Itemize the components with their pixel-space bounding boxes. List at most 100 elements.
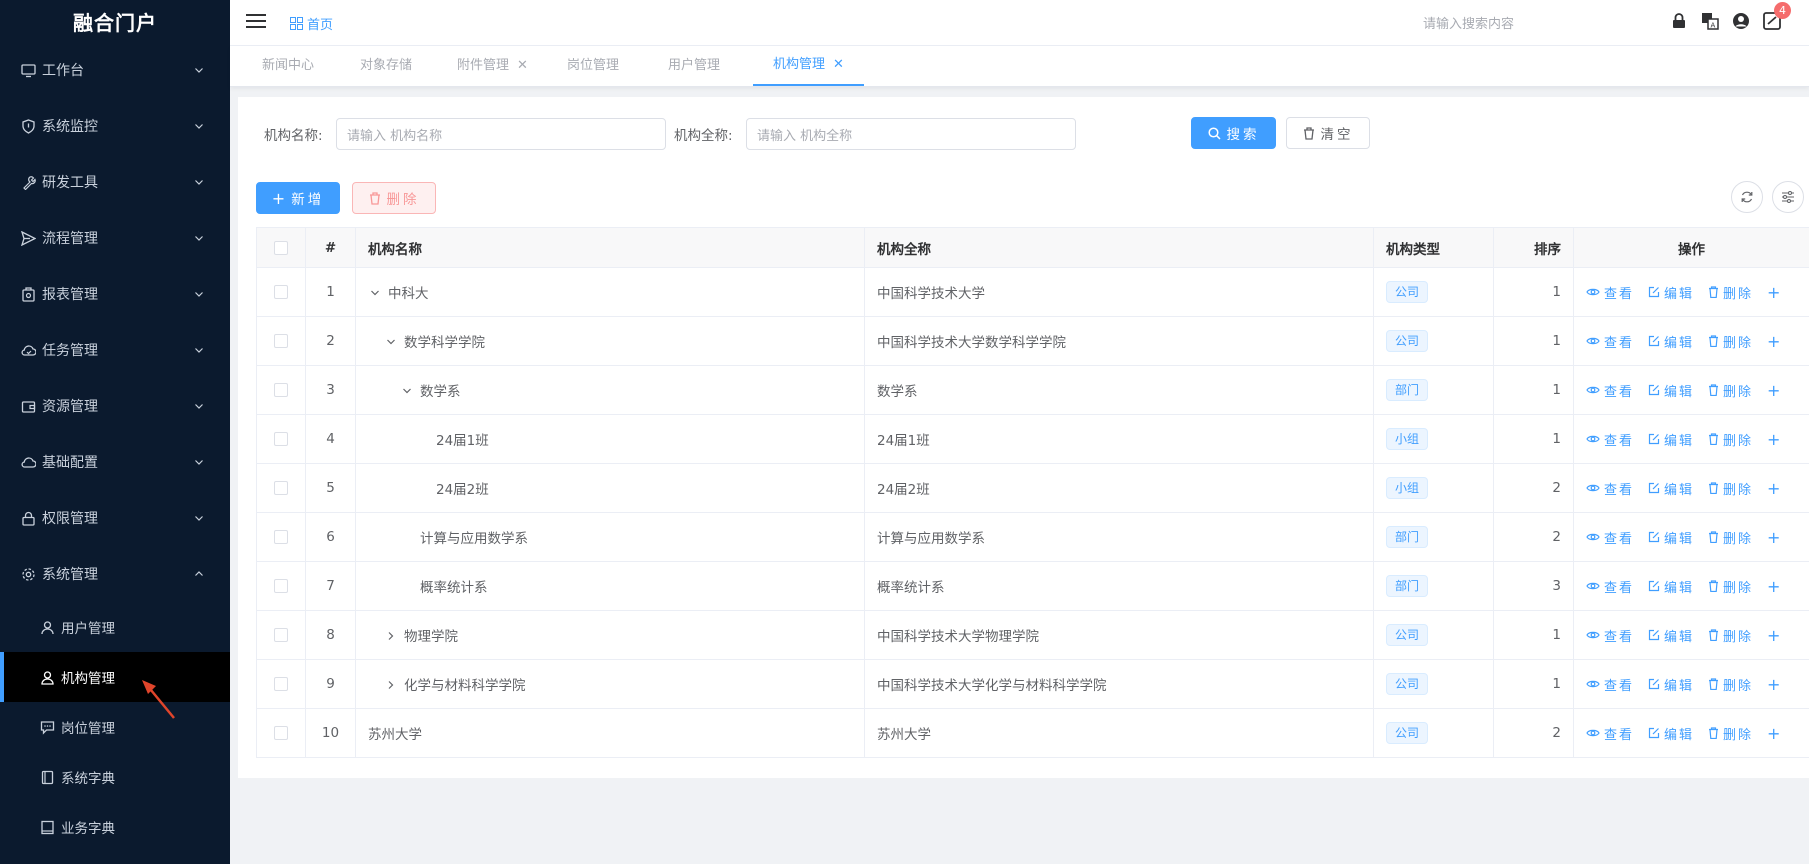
- row-checkbox[interactable]: [274, 628, 288, 642]
- tab-post[interactable]: 岗位管理: [567, 46, 619, 86]
- view-button[interactable]: 查看: [1586, 577, 1634, 596]
- lock-screen-icon[interactable]: [1670, 12, 1688, 30]
- edit-button[interactable]: 编辑: [1648, 675, 1694, 694]
- edit-button[interactable]: 编辑: [1648, 381, 1694, 400]
- row-delete-button[interactable]: 删除: [1708, 724, 1753, 743]
- add-child-button[interactable]: +: [1767, 675, 1782, 694]
- row-delete-button[interactable]: 删除: [1708, 332, 1753, 351]
- view-button[interactable]: 查看: [1586, 675, 1634, 694]
- add-child-button[interactable]: +: [1767, 577, 1782, 596]
- table-row[interactable]: 5 24届2班 24届2班 小组 2 查看 编辑 删除 +: [256, 463, 1809, 513]
- row-checkbox[interactable]: [274, 334, 288, 348]
- view-button[interactable]: 查看: [1586, 724, 1634, 743]
- org-name-input[interactable]: 请输入 机构名称: [336, 118, 666, 150]
- tab-object-storage[interactable]: 对象存储: [360, 46, 412, 86]
- close-icon[interactable]: ✕: [517, 46, 528, 86]
- sidebar-item[interactable]: 基础配置: [0, 434, 230, 490]
- view-button[interactable]: 查看: [1586, 626, 1634, 645]
- edit-button[interactable]: 编辑: [1648, 479, 1694, 498]
- add-child-button[interactable]: +: [1767, 283, 1782, 302]
- edit-button[interactable]: 编辑: [1648, 332, 1694, 351]
- table-row[interactable]: 9 化学与材料科学学院 中国科学技术大学化学与材料科学学院 公司 1 查看 编辑 删除 +: [256, 659, 1809, 709]
- view-button[interactable]: 查看: [1586, 430, 1634, 449]
- sidebar-item[interactable]: 研发工具: [0, 154, 230, 210]
- select-all-checkbox[interactable]: [274, 240, 288, 255]
- row-delete-button[interactable]: 删除: [1708, 528, 1753, 547]
- user-avatar-icon[interactable]: [1732, 12, 1750, 30]
- sidebar-item[interactable]: 系统管理: [0, 546, 230, 602]
- sidebar-item[interactable]: 报表管理: [0, 266, 230, 322]
- search-button[interactable]: 搜索: [1191, 117, 1276, 149]
- table-row[interactable]: 8 物理学院 中国科学技术大学物理学院 公司 1 查看 编辑 删除 +: [256, 610, 1809, 660]
- notification-icon[interactable]: 4: [1763, 2, 1791, 30]
- row-checkbox[interactable]: [274, 530, 288, 544]
- edit-button[interactable]: 编辑: [1648, 626, 1694, 645]
- sidebar-item[interactable]: 流程管理: [0, 210, 230, 266]
- sidebar-subitem[interactable]: 业务字典: [0, 802, 230, 852]
- edit-button[interactable]: 编辑: [1648, 724, 1694, 743]
- sidebar-item[interactable]: 资源管理: [0, 378, 230, 434]
- row-checkbox[interactable]: [274, 677, 288, 691]
- row-checkbox[interactable]: [274, 432, 288, 446]
- row-checkbox[interactable]: [274, 481, 288, 495]
- view-button[interactable]: 查看: [1586, 528, 1634, 547]
- close-icon[interactable]: ✕: [833, 45, 844, 85]
- edit-button[interactable]: 编辑: [1648, 577, 1694, 596]
- row-checkbox[interactable]: [274, 579, 288, 593]
- tab-user[interactable]: 用户管理: [668, 46, 720, 86]
- translate-icon[interactable]: A: [1701, 12, 1719, 30]
- tab-org[interactable]: 机构管理 ✕: [753, 46, 864, 86]
- delete-button[interactable]: 删除: [352, 182, 436, 214]
- chevron-down-icon[interactable]: [384, 337, 398, 350]
- row-checkbox[interactable]: [274, 383, 288, 397]
- edit-button[interactable]: 编辑: [1648, 528, 1694, 547]
- view-button[interactable]: 查看: [1586, 381, 1634, 400]
- sidebar-subitem[interactable]: 机构管理: [0, 652, 230, 702]
- view-button[interactable]: 查看: [1586, 332, 1634, 351]
- sidebar-subitem[interactable]: 系统字典: [0, 752, 230, 802]
- edit-button[interactable]: 编辑: [1648, 283, 1694, 302]
- column-settings-button[interactable]: [1772, 181, 1804, 213]
- table-row[interactable]: 4 24届1班 24届1班 小组 1 查看 编辑 删除 +: [256, 414, 1809, 464]
- refresh-button[interactable]: [1731, 181, 1763, 213]
- table-row[interactable]: 7 概率统计系 概率统计系 部门 3 查看 编辑 删除 +: [256, 561, 1809, 611]
- edit-button[interactable]: 编辑: [1648, 430, 1694, 449]
- row-delete-button[interactable]: 删除: [1708, 430, 1753, 449]
- add-child-button[interactable]: +: [1767, 724, 1782, 743]
- row-delete-button[interactable]: 删除: [1708, 381, 1753, 400]
- add-child-button[interactable]: +: [1767, 430, 1782, 449]
- add-child-button[interactable]: +: [1767, 528, 1782, 547]
- view-button[interactable]: 查看: [1586, 479, 1634, 498]
- add-child-button[interactable]: +: [1767, 332, 1782, 351]
- hamburger-menu-icon[interactable]: [246, 12, 266, 30]
- view-button[interactable]: 查看: [1586, 283, 1634, 302]
- add-child-button[interactable]: +: [1767, 626, 1782, 645]
- sidebar-item[interactable]: 任务管理: [0, 322, 230, 378]
- row-checkbox[interactable]: [274, 285, 288, 299]
- sidebar-subitem[interactable]: 用户管理: [0, 602, 230, 652]
- tab-attachment[interactable]: 附件管理 ✕: [457, 46, 528, 86]
- add-child-button[interactable]: +: [1767, 381, 1782, 400]
- sidebar-item[interactable]: 权限管理: [0, 490, 230, 546]
- table-row[interactable]: 6 计算与应用数学系 计算与应用数学系 部门 2 查看 编辑 删除 +: [256, 512, 1809, 562]
- clear-button[interactable]: 清空: [1286, 117, 1370, 149]
- table-row[interactable]: 10 苏州大学 苏州大学 公司 2 查看 编辑 删除 +: [256, 708, 1809, 758]
- tab-news[interactable]: 新闻中心: [262, 46, 314, 86]
- global-search-input[interactable]: 请输入搜索内容: [1423, 13, 1514, 32]
- sidebar-item[interactable]: 系统监控: [0, 98, 230, 154]
- chevron-down-icon[interactable]: [368, 288, 382, 301]
- add-child-button[interactable]: +: [1767, 479, 1782, 498]
- row-delete-button[interactable]: 删除: [1708, 675, 1753, 694]
- row-checkbox[interactable]: [274, 726, 288, 740]
- breadcrumb-home[interactable]: 首页: [290, 14, 333, 33]
- row-delete-button[interactable]: 删除: [1708, 283, 1753, 302]
- org-fullname-input[interactable]: 请输入 机构全称: [746, 118, 1076, 150]
- sidebar-subitem[interactable]: 岗位管理: [0, 702, 230, 752]
- table-row[interactable]: 3 数学系 数学系 部门 1 查看 编辑 删除 +: [256, 365, 1809, 415]
- table-row[interactable]: 2 数学科学学院 中国科学技术大学数学科学学院 公司 1 查看 编辑 删除 +: [256, 316, 1809, 366]
- row-delete-button[interactable]: 删除: [1708, 479, 1753, 498]
- chevron-right-icon[interactable]: [384, 631, 398, 644]
- add-button[interactable]: + 新增: [256, 182, 340, 214]
- sidebar-item[interactable]: 工作台: [0, 42, 230, 98]
- chevron-down-icon[interactable]: [400, 386, 414, 399]
